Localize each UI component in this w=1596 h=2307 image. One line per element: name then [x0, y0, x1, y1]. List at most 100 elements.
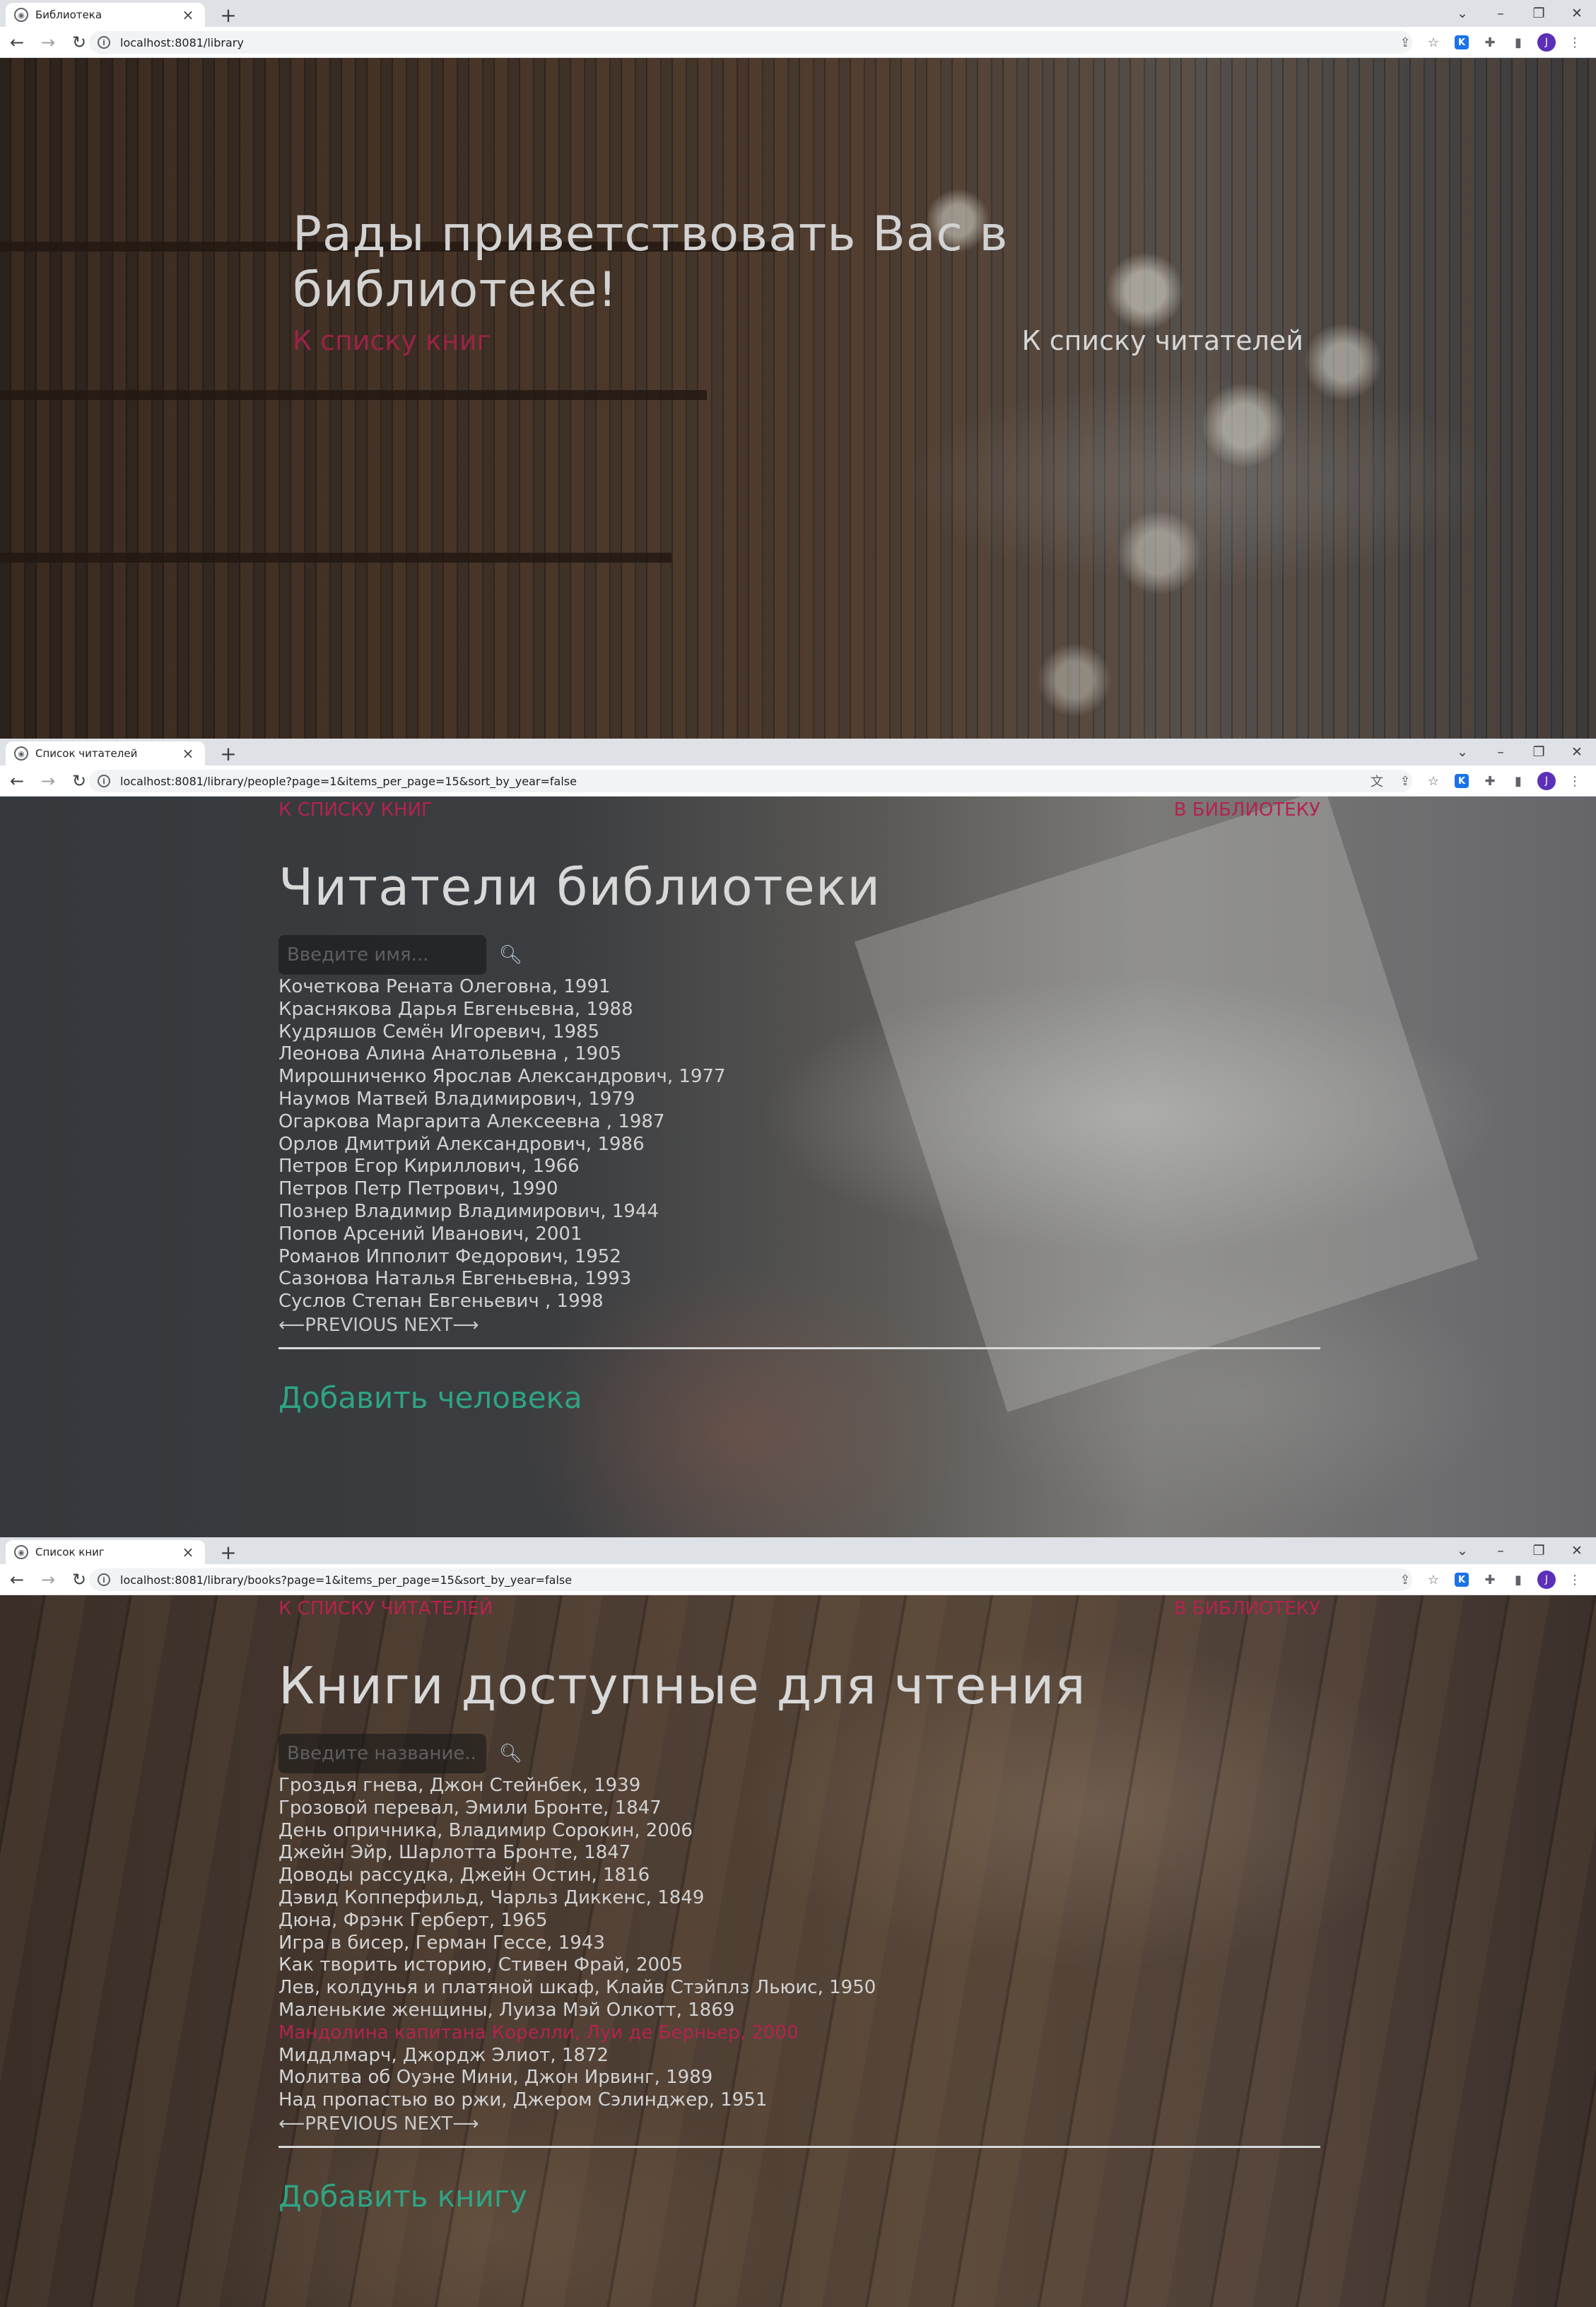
- books-list-link[interactable]: К списку книг: [293, 325, 491, 356]
- book-list-item[interactable]: Миддлмарч, Джордж Элиот, 1872: [278, 2045, 1320, 2067]
- browser-tab[interactable]: ◉ Список читателей ×: [6, 741, 205, 765]
- nav-books-link[interactable]: К СПИСКУ КНИГ: [278, 799, 433, 821]
- reader-list-item[interactable]: Краснякова Дарья Евгеньевна, 1988: [278, 999, 1320, 1021]
- address-bar[interactable]: i localhost:8081/library/books?page=1&it…: [89, 1568, 1412, 1591]
- bookmark-star-icon[interactable]: ☆: [1419, 31, 1448, 54]
- reader-list-item[interactable]: Кочеткова Рената Олеговна, 1991: [278, 976, 1320, 999]
- book-list-item[interactable]: Над пропастью во ржи, Джером Сэлинджер, …: [278, 2089, 1320, 2112]
- reader-list-item[interactable]: Наумов Матвей Владимирович, 1979: [278, 1088, 1320, 1111]
- address-bar[interactable]: i localhost:8081/library: [89, 31, 1412, 54]
- menu-kebab-icon[interactable]: ⋮: [1561, 770, 1589, 792]
- side-panel-icon[interactable]: ▮: [1504, 31, 1532, 54]
- browser-tab[interactable]: ◉ Библиотека ×: [6, 3, 205, 27]
- book-list-item[interactable]: Как творить историю, Стивен Фрай, 2005: [278, 1954, 1320, 1977]
- tab-search-icon[interactable]: ⌄: [1443, 1543, 1481, 1558]
- forward-button[interactable]: →: [34, 1567, 62, 1592]
- restore-button[interactable]: ❐: [1520, 744, 1558, 760]
- reader-list-item[interactable]: Романов Ипполит Федорович, 1952: [278, 1246, 1320, 1269]
- new-tab-button[interactable]: +: [216, 1540, 240, 1564]
- forward-button[interactable]: →: [34, 768, 62, 794]
- book-list-item[interactable]: Лев, колдунья и платяной шкаф, Клайв Стэ…: [278, 1977, 1320, 2000]
- search-input[interactable]: [278, 935, 486, 975]
- book-list-item[interactable]: Дэвид Копперфильд, Чарльз Диккенс, 1849: [278, 1887, 1320, 1910]
- forward-button[interactable]: →: [34, 30, 62, 55]
- nav-library-link[interactable]: В БИБЛИОТЕКУ: [1174, 1598, 1320, 1619]
- book-list-item[interactable]: День опричника, Владимир Сорокин, 2006: [278, 1820, 1320, 1843]
- reader-list-item[interactable]: Попов Арсений Иванович, 2001: [278, 1223, 1320, 1246]
- site-info-icon[interactable]: i: [98, 775, 110, 787]
- site-info-icon[interactable]: i: [98, 1573, 110, 1586]
- browser-tab[interactable]: ◉ Список книг ×: [6, 1540, 205, 1564]
- menu-kebab-icon[interactable]: ⋮: [1561, 31, 1589, 54]
- minimize-button[interactable]: –: [1481, 6, 1520, 21]
- reader-list-item[interactable]: Сазонова Наталья Евгеньевна, 1993: [278, 1268, 1320, 1291]
- book-list-item[interactable]: Гроздья гнева, Джон Стейнбек, 1939: [278, 1775, 1320, 1797]
- next-page-link[interactable]: NEXT⟶: [404, 2113, 479, 2135]
- reader-list-item[interactable]: Мирошниченко Ярослав Александрович, 1977: [278, 1066, 1320, 1088]
- readers-list-link[interactable]: К списку читателей: [1022, 325, 1303, 356]
- reader-list-item[interactable]: Кудряшов Семён Игоревич, 1985: [278, 1021, 1320, 1044]
- reader-list-item[interactable]: Огаркова Маргарита Алексеевна , 1987: [278, 1111, 1320, 1134]
- search-icon[interactable]: 🔍︎: [499, 944, 522, 965]
- extensions-puzzle-icon[interactable]: ✚: [1476, 31, 1504, 54]
- next-page-link[interactable]: NEXT⟶: [404, 1315, 479, 1336]
- extension-k-icon[interactable]: K: [1448, 770, 1476, 792]
- search-icon[interactable]: 🔍︎: [499, 1743, 522, 1764]
- translate-icon[interactable]: 文: [1363, 770, 1391, 792]
- reader-list-item[interactable]: Орлов Дмитрий Александрович, 1986: [278, 1134, 1320, 1156]
- share-icon[interactable]: ⇪: [1391, 770, 1419, 792]
- book-list-item[interactable]: Дюна, Фрэнк Герберт, 1965: [278, 1910, 1320, 1932]
- restore-button[interactable]: ❐: [1520, 1543, 1558, 1558]
- nav-readers-link[interactable]: К СПИСКУ ЧИТАТЕЛЕЙ: [278, 1598, 493, 1619]
- bookmark-star-icon[interactable]: ☆: [1419, 770, 1448, 792]
- extensions-puzzle-icon[interactable]: ✚: [1476, 770, 1504, 792]
- profile-avatar[interactable]: J: [1532, 1568, 1561, 1591]
- extension-k-icon[interactable]: K: [1448, 1568, 1476, 1591]
- address-bar[interactable]: i localhost:8081/library/people?page=1&i…: [89, 770, 1412, 792]
- restore-button[interactable]: ❐: [1520, 6, 1558, 21]
- book-list-item[interactable]: Грозовой перевал, Эмили Бронте, 1847: [278, 1797, 1320, 1820]
- back-button[interactable]: ←: [3, 1567, 31, 1592]
- share-icon[interactable]: ⇪: [1391, 31, 1419, 54]
- book-list-item[interactable]: Джейн Эйр, Шарлотта Бронте, 1847: [278, 1842, 1320, 1865]
- side-panel-icon[interactable]: ▮: [1504, 770, 1532, 792]
- reader-list-item[interactable]: Суслов Степан Евгеньевич , 1998: [278, 1291, 1320, 1313]
- close-tab-icon[interactable]: ×: [180, 1544, 196, 1561]
- book-list-item[interactable]: Доводы рассудка, Джейн Остин, 1816: [278, 1865, 1320, 1887]
- back-button[interactable]: ←: [3, 768, 31, 794]
- back-button[interactable]: ←: [3, 30, 31, 55]
- side-panel-icon[interactable]: ▮: [1504, 1568, 1532, 1591]
- previous-page-link[interactable]: ⟵PREVIOUS: [278, 2113, 398, 2135]
- nav-library-link[interactable]: В БИБЛИОТЕКУ: [1174, 799, 1320, 821]
- minimize-button[interactable]: –: [1481, 744, 1520, 760]
- minimize-button[interactable]: –: [1481, 1543, 1520, 1558]
- close-tab-icon[interactable]: ×: [180, 745, 196, 762]
- reader-list-item[interactable]: Леонова Алина Анатольевна , 1905: [278, 1043, 1320, 1066]
- close-window-button[interactable]: ✕: [1558, 744, 1596, 760]
- book-list-item[interactable]: Молитва об Оуэне Мини, Джон Ирвинг, 1989: [278, 2067, 1320, 2089]
- add-person-link[interactable]: Добавить человека: [278, 1380, 582, 1415]
- profile-avatar[interactable]: J: [1532, 31, 1561, 54]
- menu-kebab-icon[interactable]: ⋮: [1561, 1568, 1589, 1591]
- add-book-link[interactable]: Добавить книгу: [278, 2179, 527, 2214]
- close-tab-icon[interactable]: ×: [180, 6, 196, 23]
- profile-avatar[interactable]: J: [1532, 770, 1561, 792]
- tab-search-icon[interactable]: ⌄: [1443, 6, 1481, 21]
- new-tab-button[interactable]: +: [216, 3, 240, 27]
- reader-list-item[interactable]: Петров Петр Петрович, 1990: [278, 1178, 1320, 1201]
- share-icon[interactable]: ⇪: [1391, 1568, 1419, 1591]
- extensions-puzzle-icon[interactable]: ✚: [1476, 1568, 1504, 1591]
- previous-page-link[interactable]: ⟵PREVIOUS: [278, 1315, 398, 1336]
- reader-list-item[interactable]: Петров Егор Кириллович, 1966: [278, 1156, 1320, 1178]
- close-window-button[interactable]: ✕: [1558, 1543, 1596, 1558]
- new-tab-button[interactable]: +: [216, 741, 240, 765]
- tab-search-icon[interactable]: ⌄: [1443, 744, 1481, 760]
- book-list-item[interactable]: Мандолина капитана Корелли, Луи де Бернь…: [278, 2022, 1320, 2045]
- book-list-item[interactable]: Маленькие женщины, Луиза Мэй Олкотт, 186…: [278, 2000, 1320, 2022]
- close-window-button[interactable]: ✕: [1558, 6, 1596, 21]
- book-list-item[interactable]: Игра в бисер, Герман Гессе, 1943: [278, 1932, 1320, 1955]
- site-info-icon[interactable]: i: [98, 36, 110, 49]
- extension-k-icon[interactable]: K: [1448, 31, 1476, 54]
- reader-list-item[interactable]: Познер Владимир Владимирович, 1944: [278, 1201, 1320, 1223]
- search-input[interactable]: [278, 1734, 486, 1773]
